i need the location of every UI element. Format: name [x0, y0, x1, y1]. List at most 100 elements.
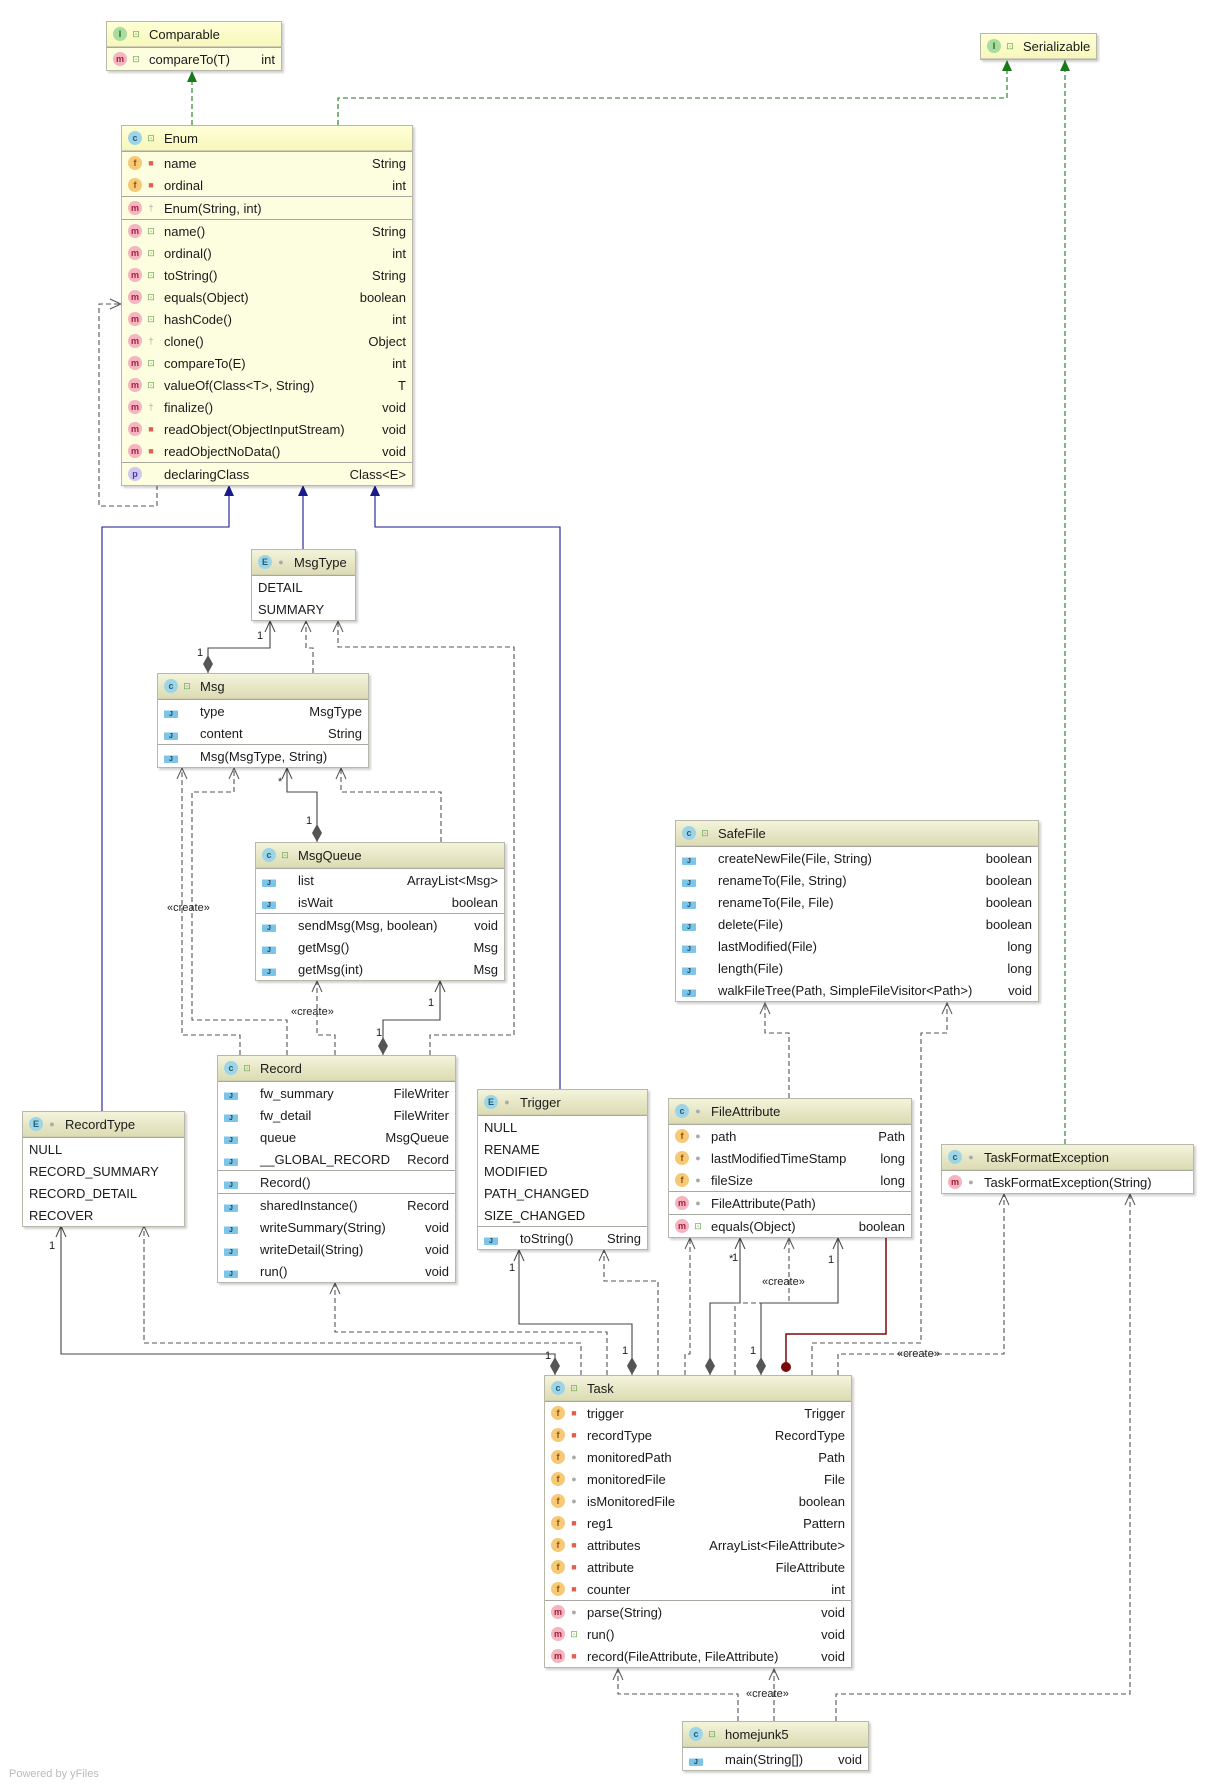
class-header: c ⊡ homejunk5 [683, 1722, 868, 1747]
inner-class-circle-icon [781, 1362, 791, 1372]
member-row[interactable]: Jlist ArrayList<Msg> [256, 869, 504, 891]
package-private-icon: ● [695, 1106, 701, 1116]
lock-icon: ■ [571, 1562, 577, 1572]
member-row[interactable]: f ● path Path [669, 1125, 911, 1147]
member-row[interactable]: JgetMsg() Msg [256, 936, 504, 958]
class-box-record[interactable]: c ⊡ Record Jfw_summary FileWriter Jfw_detail F… [217, 1055, 456, 1283]
member-row[interactable]: J __GLOBAL_RECORD Record [218, 1148, 455, 1170]
member-row[interactable]: RENAME [478, 1138, 647, 1160]
member-row[interactable]: J Record() [218, 1171, 455, 1193]
member-row[interactable]: Jmain(String[]) void [683, 1748, 868, 1770]
member-row[interactable]: f ■ trigger Trigger [545, 1402, 851, 1424]
class-box-msg[interactable]: c ⊡ Msg Jtype MsgType Jcontent String J Msg(MsgT… [157, 673, 369, 768]
member-row[interactable]: f ■ attribute FileAttribute [545, 1556, 851, 1578]
member-row[interactable]: NULL [478, 1116, 647, 1138]
member-row[interactable]: m ⊡ toString() String [122, 264, 412, 286]
class-box-trigger[interactable]: E ● Trigger NULL RENAME MODIFIED PATH_CHANGED S… [477, 1089, 648, 1250]
member-row[interactable]: m ■ record(FileAttribute, FileAttribute) vo… [545, 1645, 851, 1667]
member-row[interactable]: JsharedInstance() Record [218, 1194, 455, 1216]
member-row[interactable]: Jqueue MsgQueue [218, 1126, 455, 1148]
member-row[interactable]: f ● lastModifiedTimeStamp long [669, 1147, 911, 1169]
member-row[interactable]: m ⊡ hashCode() int [122, 308, 412, 330]
member-type: long [880, 1172, 905, 1188]
member-row[interactable]: f ● monitoredPath Path [545, 1446, 851, 1468]
member-row[interactable]: JisWait boolean [256, 891, 504, 913]
member-row[interactable]: m ⊡ compareTo(E) int [122, 352, 412, 374]
member-row[interactable]: f ● isMonitoredFile boolean [545, 1490, 851, 1512]
member-row[interactable]: Jfw_detail FileWriter [218, 1104, 455, 1126]
member-row[interactable]: JwriteDetail(String) void [218, 1238, 455, 1260]
member-row[interactable]: m ⊡ equals(Object) boolean [669, 1215, 911, 1237]
member-row[interactable]: Jcontent String [158, 722, 368, 744]
member-row[interactable]: m ⊡ valueOf(Class<T>, String) T [122, 374, 412, 396]
member-row[interactable]: m ● parse(String) void [545, 1601, 851, 1623]
class-box-safefile[interactable]: c ⊡ SafeFile JcreateNewFile(File, String) bo… [675, 820, 1039, 1002]
member-row[interactable]: RECORD_SUMMARY [23, 1160, 184, 1182]
member-row[interactable]: Jlength(File) long [676, 957, 1038, 979]
member-row[interactable]: JtoString() String [478, 1227, 647, 1249]
lock-icon: ■ [571, 1540, 577, 1550]
class-box-msgtype[interactable]: E ● MsgType DETAIL SUMMARY [251, 549, 356, 621]
member-row[interactable]: MODIFIED [478, 1160, 647, 1182]
class-box-task[interactable]: c ⊡ Task f ■ trigger Trigger f ■ recordType Record… [544, 1375, 852, 1668]
static-member-icon: J [682, 939, 696, 953]
member-row[interactable]: m ⊡ equals(Object) boolean [122, 286, 412, 308]
member-row[interactable]: SUMMARY [252, 598, 355, 620]
member-row[interactable]: JrenameTo(File, String) boolean [676, 869, 1038, 891]
class-section: f ■ name String f ■ ordinal int [122, 151, 412, 196]
member-row[interactable]: f ■ recordType RecordType [545, 1424, 851, 1446]
class-box-comparable[interactable]: I ⊡ Comparable m ⊡ compareTo(T) int [106, 21, 282, 71]
member-row[interactable]: f ■ ordinal int [122, 174, 412, 196]
member-row[interactable]: RECOVER [23, 1204, 184, 1226]
member-row[interactable]: m ⊡ run() void [545, 1623, 851, 1645]
member-row[interactable]: m ■ readObject(ObjectInputStream) void [122, 418, 412, 440]
member-row[interactable]: Jrun() void [218, 1260, 455, 1282]
member-row[interactable]: f ● monitoredFile File [545, 1468, 851, 1490]
member-name: PATH_CHANGED [484, 1185, 589, 1201]
class-header: c ⊡ Task [545, 1376, 851, 1401]
class-box-recordtype[interactable]: E ● RecordType NULL RECORD_SUMMARY RECORD_DET… [22, 1111, 185, 1227]
member-row[interactable]: m ⊡ ordinal() int [122, 242, 412, 264]
member-row[interactable]: JrenameTo(File, File) boolean [676, 891, 1038, 913]
member-row[interactable]: m † Enum(String, int) [122, 197, 412, 219]
member-row[interactable]: m † clone() Object [122, 330, 412, 352]
member-row[interactable]: m ● FileAttribute(Path) [669, 1192, 911, 1214]
member-row[interactable]: f ■ attributes ArrayList<FileAttribute> [545, 1534, 851, 1556]
member-row[interactable]: f ● fileSize long [669, 1169, 911, 1191]
member-type: boolean [451, 894, 498, 910]
member-row[interactable]: DETAIL [252, 576, 355, 598]
member-row[interactable]: RECORD_DETAIL [23, 1182, 184, 1204]
member-row[interactable]: JgetMsg(int) Msg [256, 958, 504, 980]
member-row[interactable]: JwalkFileTree(Path, SimpleFileVisitor<Pa… [676, 979, 1038, 1001]
member-row[interactable]: SIZE_CHANGED [478, 1204, 647, 1226]
member-row[interactable]: m † finalize() void [122, 396, 412, 418]
member-row[interactable]: m ● TaskFormatException(String) [942, 1171, 1193, 1193]
member-row[interactable]: JwriteSummary(String) void [218, 1216, 455, 1238]
member-row[interactable]: m ■ readObjectNoData() void [122, 440, 412, 462]
class-box-msgqueue[interactable]: c ⊡ MsgQueue Jlist ArrayList<Msg> JisWait bool… [255, 842, 505, 981]
member-row[interactable]: PATH_CHANGED [478, 1182, 647, 1204]
member-row[interactable]: J Msg(MsgType, String) [158, 745, 368, 767]
class-box-homejunk5[interactable]: c ⊡ homejunk5 Jmain(String[]) void [682, 1721, 869, 1771]
member-row[interactable]: Jdelete(File) boolean [676, 913, 1038, 935]
member-row[interactable]: f ■ name String [122, 152, 412, 174]
member-row[interactable]: f ■ counter int [545, 1578, 851, 1600]
member-row[interactable]: JlastModified(File) long [676, 935, 1038, 957]
member-row[interactable]: p declaringClass Class<E> [122, 463, 412, 485]
member-name: walkFileTree(Path, SimpleFileVisitor<Pat… [718, 982, 973, 998]
member-row[interactable]: Jtype MsgType [158, 700, 368, 722]
class-section: f ■ trigger Trigger f ■ recordType RecordType f ●… [545, 1401, 851, 1600]
static-member-icon: J [224, 1108, 238, 1122]
member-row[interactable]: JsendMsg(Msg, boolean) void [256, 914, 504, 936]
class-box-serializable[interactable]: I ⊡ Serializable [980, 33, 1097, 60]
member-row[interactable]: JcreateNewFile(File, String) boolean [676, 847, 1038, 869]
class-box-enum[interactable]: c ⊡ Enum f ■ name String f ■ ordinal int m † Enum(Str… [121, 125, 413, 486]
member-row[interactable]: m ⊡ compareTo(T) int [107, 48, 281, 70]
member-row[interactable]: Jfw_summary FileWriter [218, 1082, 455, 1104]
class-box-fileattribute[interactable]: c ● FileAttribute f ● path Path f ● lastModifiedT… [668, 1098, 912, 1238]
member-row[interactable]: NULL [23, 1138, 184, 1160]
member-row[interactable]: f ■ reg1 Pattern [545, 1512, 851, 1534]
member-row[interactable]: m ⊡ name() String [122, 220, 412, 242]
class-box-taskformatexception[interactable]: c ● TaskFormatException m ● TaskFormatExcepti… [941, 1144, 1194, 1194]
member-type: String [372, 223, 406, 239]
